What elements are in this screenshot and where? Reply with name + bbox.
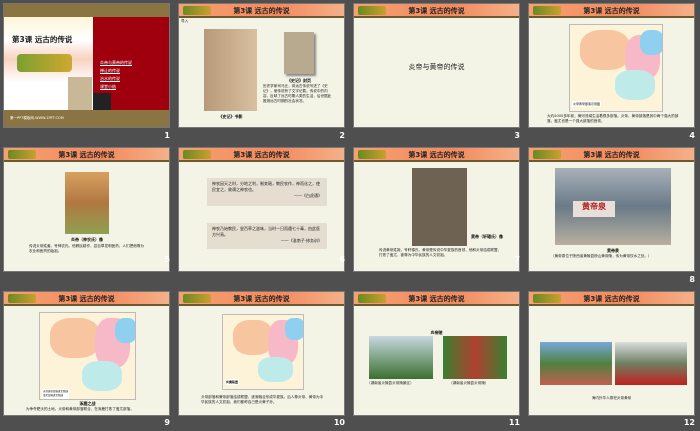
menu-item-3[interactable]: 治水的传说	[100, 75, 132, 83]
slide-header: 第3课 远古的传说	[354, 4, 519, 18]
slide-number: 2	[339, 131, 345, 140]
slide-title: 第3课 远古的传说	[408, 151, 465, 159]
menu-list: 炎帝与黄帝的传说 禅让的传说 治水的传说 课堂小结	[100, 59, 132, 91]
slide-thumbnail-2[interactable]: 第3课 远古的传说 导入 《史记》书影 《史记》封页 历史学家司马迁，将远古传说…	[178, 3, 345, 128]
book-cover-image	[284, 32, 314, 74]
quote-box: 神农因天之时，分地之利，制耒耜，教民农作，神而化之，使民宜之，故谓之神农也。 ——…	[207, 178, 327, 206]
caption: （湖南省炎陵县炎帝陵）	[449, 381, 489, 385]
slide-thumbnail-12[interactable]: 第3课 远古的传说 海内外华人祭祀炎帝黄帝	[528, 291, 695, 416]
stone-relief-image	[412, 168, 467, 246]
slide-thumbnail-9[interactable]: 第3课 远古的传说 炎帝黄帝部落进军路线 蚩尤部落进军路线 涿鹿之战 为争夺肥沃的…	[3, 291, 170, 416]
ceremony-photo	[615, 342, 687, 385]
slide-title: 第3课 远古的传说	[233, 295, 290, 303]
slide-number: 8	[689, 275, 695, 284]
map-image: 炎帝黄帝部落示意图	[569, 24, 663, 112]
top-bar	[4, 4, 169, 17]
slide-title: 第3课 远古的传说	[233, 151, 290, 159]
slide-header: 第3课 远古的传说	[529, 148, 694, 162]
map-legend: 炎帝黄帝部落进军路线 蚩尤部落进军路线	[42, 389, 70, 399]
slide-title: 第3课 远古的传说	[58, 295, 115, 303]
slide-header: 第3课 远古的传说	[179, 292, 344, 306]
quote-box: 神农乃始教民，尝百草之滋味，当时一日而遇七十毒，由此医方兴焉。 ——《淮南子·修务…	[207, 223, 327, 249]
menu-item-1[interactable]: 炎帝与黄帝的传说	[100, 59, 132, 67]
slide-number: 7	[514, 255, 520, 264]
caption: 海内外华人祭祀炎帝黄帝	[591, 396, 632, 400]
slide-title: 第3课 远古的传说	[583, 7, 640, 15]
legend-item: 蚩尤部落进军路线	[43, 394, 64, 397]
quote-text: 神农乃始教民，尝百草之滋味，当时一日而遇七十毒，由此医方兴焉。	[212, 226, 320, 237]
slide-title: 第3课 远古的传说	[583, 151, 640, 159]
caption: 炎帝（神农氏）像	[71, 237, 103, 242]
section-title: 炎帝与黄帝的传说	[408, 63, 465, 71]
body-text: （黄帝泉位于陕西省黄陵县桥山黄帝陵，传为黄帝饮水之处。）	[551, 254, 652, 258]
slide-thumbnail-5[interactable]: 第3课 远古的传说 炎帝（神农氏）像 传说炎帝姓姜，号神农氏。他教民耕作，尝百草…	[3, 147, 170, 272]
slide-header: 第3课 远古的传说	[4, 292, 169, 306]
slide-number: 6	[339, 255, 345, 264]
book-image	[204, 29, 257, 111]
quote-text: 神农因天之时，分地之利，制耒耜，教民农作，神而化之，使民宜之，故谓之神农也。	[212, 181, 320, 192]
caption: 《史记》书影	[218, 114, 243, 119]
slide-thumbnail-7[interactable]: 第3课 远古的传说 黄帝（轩辕氏）像 传说黄帝姓姬，号轩辕氏。黄帝是传说中华夏族…	[353, 147, 520, 272]
slide-number: 4	[689, 131, 695, 140]
caption: 黄帝（轩辕氏）像	[471, 234, 503, 239]
quote-source: ——《白虎通》	[294, 193, 322, 198]
slide-thumbnail-6[interactable]: 第3课 远古的传说 神农因天之时，分地之利，制耒耜，教民农作，神而化之，使民宜之…	[178, 147, 345, 272]
slide-header: 第3课 远古的传说	[529, 292, 694, 306]
cover-title: 第3课 远古的传说	[12, 35, 73, 44]
slide-title: 第3课 远古的传说	[583, 295, 640, 303]
map-image: 炎黄联盟	[222, 314, 304, 390]
label: 导入	[181, 19, 189, 23]
slide-header: 第3课 远古的传说	[179, 4, 344, 18]
slide-number: 3	[514, 131, 520, 140]
slide-title: 第3课 远古的传说	[233, 7, 290, 15]
slide-thumbnail-10[interactable]: 第3课 远古的传说 炎黄联盟 炎帝部落和黄帝部落结成联盟，逐渐融合形成华夏族。后…	[178, 291, 345, 416]
body-text: 传说炎帝姓姜，号神农氏。他教民耕作，尝百草发明医药，人们把他尊为农业和医药的始祖…	[29, 244, 144, 253]
mausoleum-photo	[369, 336, 433, 379]
slide-number: 10	[333, 418, 345, 427]
slide-header: 第3课 远古的传说	[354, 292, 519, 306]
quote-source: ——《淮南子·修务训》	[280, 238, 322, 243]
slide-thumbnail-8[interactable]: 第3课 远古的传说 黄帝泉 黄帝泉 （黄帝泉位于陕西省黄陵县桥山黄帝陵，传为黄帝…	[528, 147, 695, 272]
bamboo-slip-image	[68, 77, 92, 110]
slide-header: 第3课 远古的传说	[179, 148, 344, 162]
stone-inscription: 黄帝泉	[573, 201, 615, 217]
slide-thumbnail-4[interactable]: 第3课 远古的传说 炎帝黄帝部落示意图 大约4000多年前，黄河流域生活着很多部…	[528, 3, 695, 128]
body-text: 为争夺肥沃的土地，炎帝和黄帝部落联合，在涿鹿打败了蚩尤部落。	[26, 407, 134, 411]
temple-photo	[443, 336, 507, 379]
map-legend: 炎帝黄帝部落示意图	[572, 101, 602, 107]
ceremony-photo	[540, 342, 612, 385]
portrait-image	[65, 172, 109, 234]
spring-photo: 黄帝泉	[555, 168, 671, 245]
slide-thumbnail-1[interactable]: 第3课 远古的传说 炎帝与黄帝的传说 禅让的传说 治水的传说 课堂小结 第一PP…	[3, 3, 170, 128]
map-image: 炎帝黄帝部落进军路线 蚩尤部落进军路线	[39, 312, 136, 400]
slide-number: 9	[164, 418, 170, 427]
slide-title: 第3课 远古的传说	[58, 151, 115, 159]
slide-thumbnail-3[interactable]: 第3课 远古的传说 炎帝与黄帝的传说	[353, 3, 520, 128]
slide-number: 11	[508, 418, 520, 427]
menu-item-4[interactable]: 课堂小结	[100, 83, 132, 91]
slide-number: 5	[164, 255, 170, 264]
slide-number: 12	[683, 418, 695, 427]
slide-number: 1	[164, 131, 170, 140]
map-label: 炎黄联盟	[225, 379, 240, 385]
footer-text: 第一PPT模板网-WWW.1PPT.COM	[10, 116, 64, 120]
slide-header: 第3课 远古的传说	[4, 148, 169, 162]
slide-header: 第3课 远古的传说	[529, 4, 694, 18]
slide-title: 第3课 远古的传说	[408, 295, 465, 303]
slide-header: 第3课 远古的传说	[354, 148, 519, 162]
body-text: 历史学家司马迁，将远古传说写进了《史记》，使传说有了文字记载。传说中的内容，反映…	[263, 84, 332, 103]
caption: （湖南省炎陵县炎帝陵景区）	[367, 381, 414, 385]
menu-item-2[interactable]: 禅让的传说	[100, 67, 132, 75]
body-text: 传说黄帝姓姬，号轩辕氏。黄帝是传说中华夏族的首领，他和炎帝结成联盟，打败了蚩尤，…	[379, 248, 502, 257]
body-text: 大约4000多年前，黄河流域生活着很多部落。炎帝、黄帝部落是其中两个强大的部落，…	[547, 114, 679, 123]
body-text: 炎帝部落和黄帝部落结成联盟，逐渐融合形成华夏族。后人尊炎帝、黄帝为中华民族的人文…	[201, 395, 324, 404]
slide-thumbnail-11[interactable]: 第3课 远古的传说 炎帝陵 （湖南省炎陵县炎帝陵景区） （湖南省炎陵县炎帝陵）	[353, 291, 520, 416]
slide-title: 第3课 远古的传说	[408, 7, 465, 15]
chariot-image	[17, 54, 72, 72]
